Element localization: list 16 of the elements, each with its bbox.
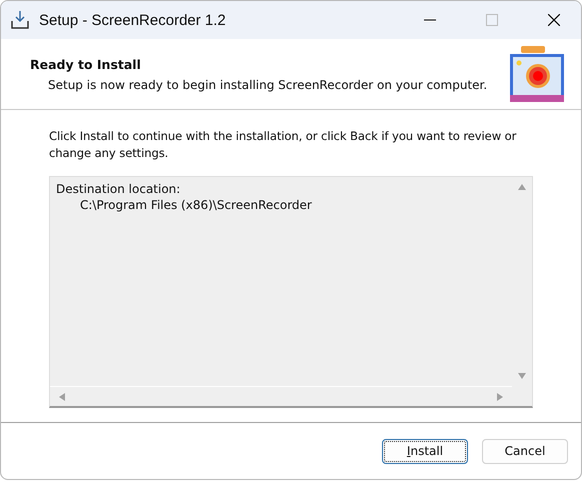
memo-line: Destination location: xyxy=(56,182,182,196)
scroll-up-icon[interactable] xyxy=(518,183,526,191)
scroll-left-icon[interactable] xyxy=(58,392,66,400)
page-subtitle: Setup is now ready to begin installing ScreenRecorder on your computer. xyxy=(47,78,488,92)
scroll-down-icon[interactable] xyxy=(518,372,526,380)
maximize-icon xyxy=(486,14,498,26)
dialog-button[interactable]: Install xyxy=(382,438,468,464)
window-title: Setup - ScreenRecorder 1.2 xyxy=(39,12,227,28)
memo-line: C:\Program Files (x86)\ScreenRecorder xyxy=(79,198,313,212)
close-icon xyxy=(548,14,560,26)
camera-icon xyxy=(507,44,567,104)
instructions-text: Click Install to continue with the installation, or click Back if you want to review or change any settings. xyxy=(49,128,518,162)
page-title: Ready to Install xyxy=(30,56,142,72)
dialog-button[interactable]: Cancel xyxy=(482,438,568,464)
download-icon xyxy=(9,9,31,31)
scroll-right-icon[interactable] xyxy=(496,392,504,400)
